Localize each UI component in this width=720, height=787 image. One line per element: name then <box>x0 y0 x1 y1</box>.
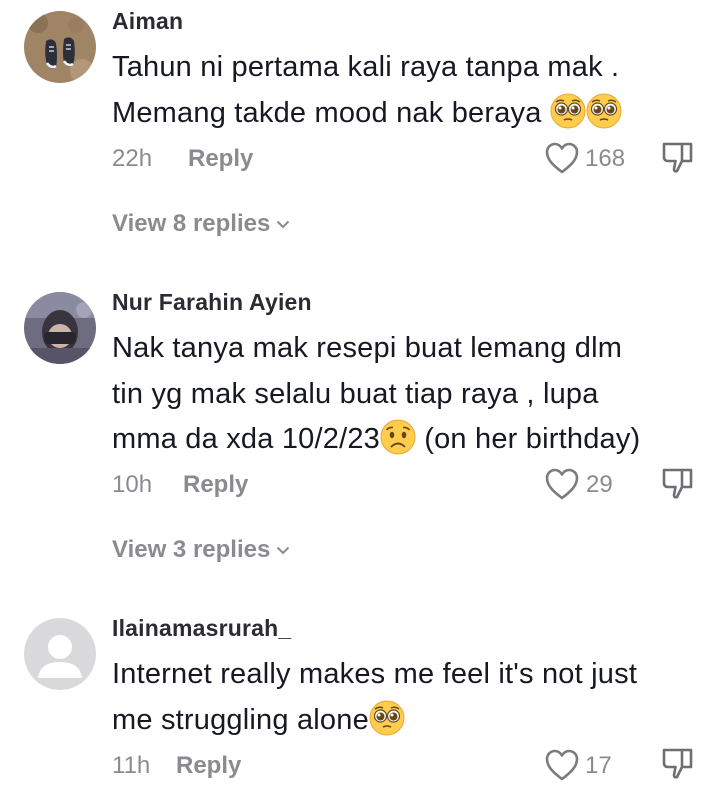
comment-text-line: tin yg mak selalu buat tiap raya , lupa <box>112 377 599 410</box>
heart-outline-icon <box>545 749 579 781</box>
comment-text-line: me struggling alone <box>112 698 702 744</box>
avatar[interactable] <box>24 618 96 690</box>
thumbs-down-icon <box>662 468 693 499</box>
pleading-face-emoji-icon <box>550 93 586 129</box>
view-replies-button[interactable]: View 3 replies <box>112 536 290 564</box>
pleading-face-emoji-icon <box>586 93 622 129</box>
like-button[interactable] <box>544 141 580 180</box>
comment-text: Internet really makes me feel it's not j… <box>112 652 702 743</box>
view-replies-label: View 8 replies <box>112 210 271 237</box>
comment-username[interactable]: Nur Farahin Ayien <box>112 289 312 316</box>
dislike-button[interactable] <box>660 466 696 507</box>
comment-username[interactable]: Aiman <box>112 8 183 35</box>
comment-text: Nak tanya mak resepi buat lemang dlm tin… <box>112 326 702 463</box>
dislike-button[interactable] <box>660 140 696 181</box>
heart-outline-icon <box>545 468 579 500</box>
comment-username[interactable]: Ilainamasrurah_ <box>112 615 291 642</box>
worried-face-emoji-icon <box>380 419 416 455</box>
thumbs-down-icon <box>662 748 693 779</box>
chevron-down-icon <box>277 546 290 555</box>
like-button[interactable] <box>544 748 580 787</box>
avatar[interactable] <box>24 292 96 364</box>
chevron-down-icon <box>277 220 290 229</box>
comment-text-line: Memang takde mood nak beraya <box>112 91 702 137</box>
comment-text-fragment: Memang takde mood nak beraya <box>112 96 542 129</box>
comment-timestamp: 22h <box>112 145 153 172</box>
comment-text-fragment: mma da xda 10/2/23 <box>112 423 380 455</box>
comment-timestamp: 10h <box>112 471 153 498</box>
like-count: 168 <box>585 145 626 172</box>
like-count: 29 <box>586 471 613 498</box>
view-replies-button[interactable]: View 8 replies <box>112 210 290 238</box>
like-button[interactable] <box>544 467 580 506</box>
comment-text-line: Nak tanya mak resepi buat lemang dlm <box>112 332 623 364</box>
pleading-face-emoji-icon <box>369 700 405 736</box>
comment-text: Tahun ni pertama kali raya tanpa mak . M… <box>112 45 702 136</box>
thumbs-down-icon <box>662 142 693 173</box>
reply-button[interactable]: Reply <box>176 752 241 780</box>
comment-text-fragment: me struggling alone <box>112 703 369 736</box>
reply-button[interactable]: Reply <box>183 471 248 499</box>
dislike-button[interactable] <box>660 746 696 787</box>
avatar[interactable] <box>24 11 96 83</box>
comment-timestamp: 11h <box>112 752 151 779</box>
comment-text-line: Internet really makes me feel it's not j… <box>112 658 638 690</box>
reply-button[interactable]: Reply <box>188 145 253 173</box>
comment-text-line: Tahun ni pertama kali raya tanpa mak . <box>112 51 620 83</box>
comment-text-line: mma da xda 10/2/23 (on her birthday) <box>112 417 702 463</box>
view-replies-label: View 3 replies <box>112 536 271 563</box>
comment-text-fragment: (on her birthday) <box>415 423 641 455</box>
like-count: 17 <box>585 752 612 779</box>
heart-outline-icon <box>545 142 579 174</box>
